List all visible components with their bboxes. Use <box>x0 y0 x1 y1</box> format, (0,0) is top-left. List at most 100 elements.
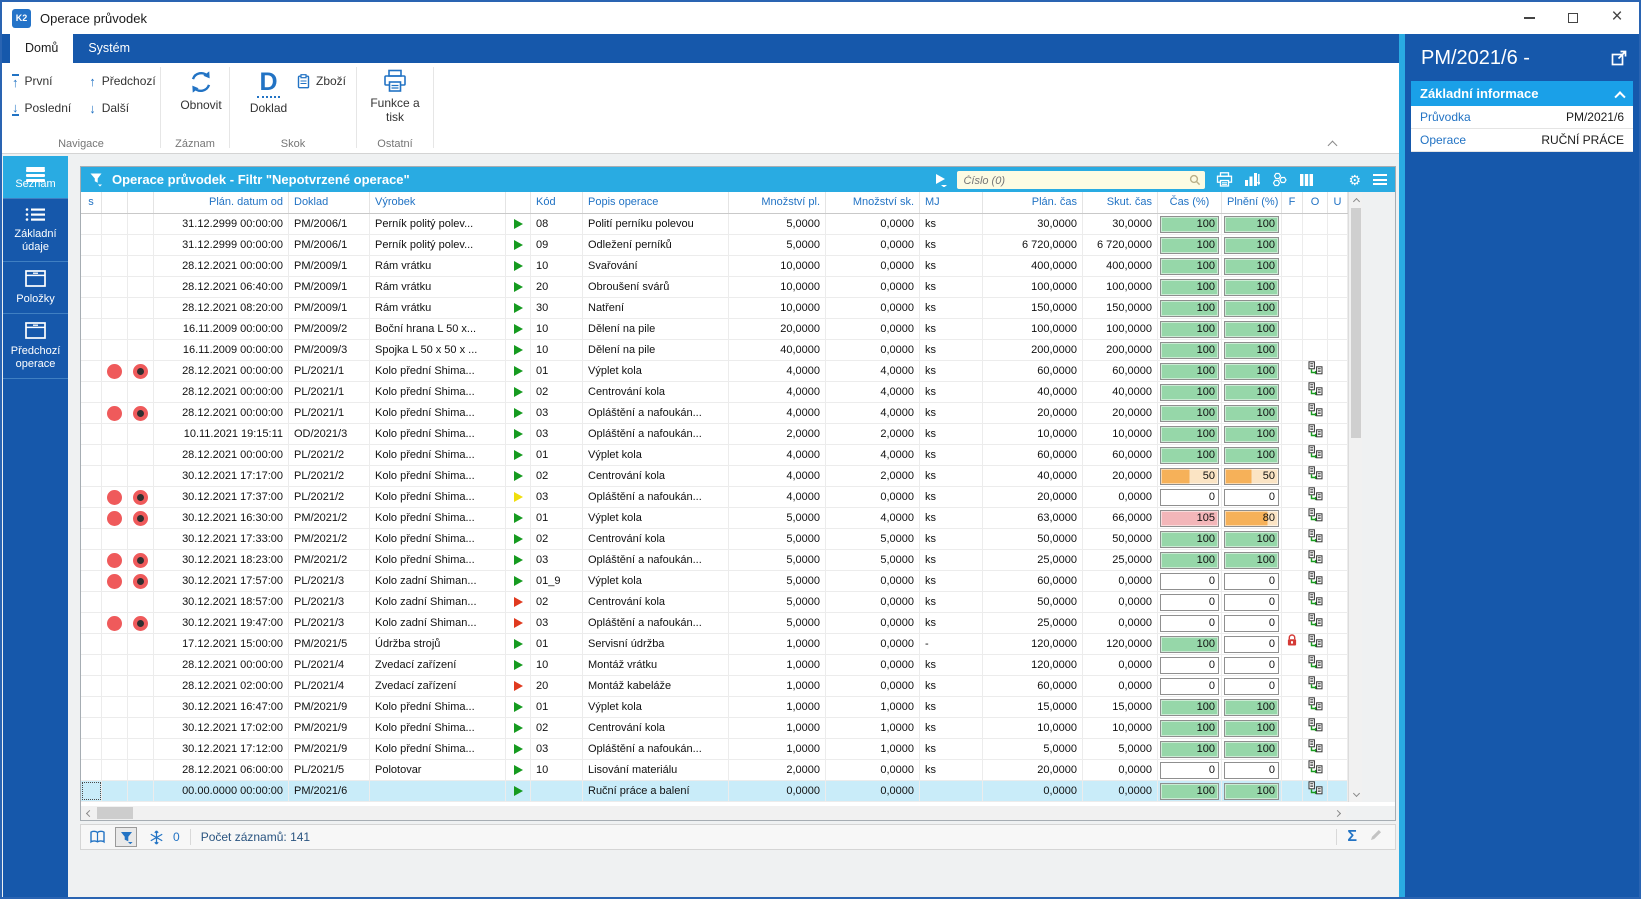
cell-document: PM/2009/1 <box>289 277 370 297</box>
cell-fulfillment-pct: 80 <box>1222 508 1282 528</box>
freeze-icon[interactable] <box>149 830 164 845</box>
column-header-u[interactable]: U <box>1328 192 1348 213</box>
column-header-product[interactable]: Výrobek <box>370 192 506 213</box>
table-row[interactable]: 30.12.2021 17:33:00PM/2021/2Kolo přední … <box>81 529 1348 550</box>
apply-filter-icon[interactable] <box>935 173 947 187</box>
close-button[interactable] <box>1595 2 1639 34</box>
cell-o <box>1303 781 1328 801</box>
table-row[interactable]: 17.12.2021 15:00:00PM/2021/5Údržba stroj… <box>81 634 1348 655</box>
column-header-qty-plan[interactable]: Množství pl. <box>729 192 826 213</box>
cell-flag-a <box>102 613 128 633</box>
table-row[interactable]: 28.12.2021 00:00:00PM/2009/1Rám vrátku10… <box>81 256 1348 277</box>
column-header-fulfillment-pct[interactable]: Plnění (%) <box>1222 192 1282 213</box>
table-row[interactable]: 31.12.2999 00:00:00PM/2006/1Perník polit… <box>81 214 1348 235</box>
chart-icon[interactable] <box>1244 172 1260 187</box>
table-row[interactable]: 16.11.2009 00:00:00PM/2009/3Spojka L 50 … <box>81 340 1348 361</box>
cell-operation: Montáž kabeláže <box>583 676 729 696</box>
filter-icon[interactable] <box>89 172 104 187</box>
ribbon-collapse-button[interactable] <box>1329 136 1338 145</box>
tab-system[interactable]: Systém <box>73 34 145 63</box>
column-header-qty-actual[interactable]: Množství sk. <box>826 192 920 213</box>
minimize-button[interactable] <box>1507 2 1551 34</box>
column-header-time-actual[interactable]: Skut. čas <box>1083 192 1158 213</box>
scroll-down-button[interactable] <box>1349 787 1363 802</box>
table-row[interactable]: 10.11.2021 19:15:11OD/2021/3Kolo přední … <box>81 424 1348 445</box>
table-row[interactable]: 00.00.0000 00:00:00PM/2021/6Ruční práce … <box>81 781 1348 802</box>
table-row[interactable]: 28.12.2021 00:00:00PL/2021/1Kolo přední … <box>81 361 1348 382</box>
table-row[interactable]: 30.12.2021 17:37:00PL/2021/2Kolo přední … <box>81 487 1348 508</box>
settings-gear-icon[interactable]: ⚙ <box>1348 173 1361 187</box>
column-header-document[interactable]: Doklad <box>289 192 370 213</box>
maximize-button[interactable] <box>1551 2 1595 34</box>
column-header-code[interactable]: Kód <box>531 192 583 213</box>
first-button[interactable]: ↑ První <box>12 72 71 90</box>
table-row[interactable]: 28.12.2021 02:00:00PL/2021/4Zvedací zaří… <box>81 676 1348 697</box>
table-row[interactable]: 30.12.2021 17:17:00PL/2021/2Kolo přední … <box>81 466 1348 487</box>
table-row[interactable]: 30.12.2021 19:47:00PL/2021/3Kolo zadní S… <box>81 613 1348 634</box>
zbozi-button[interactable]: Zboží <box>297 72 346 90</box>
column-header-state[interactable] <box>506 192 531 213</box>
table-row[interactable]: 30.12.2021 16:47:00PM/2021/9Kolo přední … <box>81 697 1348 718</box>
open-in-window-icon[interactable] <box>1611 50 1627 71</box>
table-row[interactable]: 28.12.2021 00:00:00PL/2021/4Zvedací zaří… <box>81 655 1348 676</box>
refresh-button[interactable]: Obnovit <box>171 69 231 112</box>
sum-button[interactable]: Σ <box>1347 828 1357 846</box>
search-input[interactable] <box>957 172 1205 190</box>
table-row[interactable]: 28.12.2021 06:40:00PM/2009/1Rám vrátku20… <box>81 277 1348 298</box>
table-row[interactable]: 30.12.2021 17:02:00PM/2021/9Kolo přední … <box>81 718 1348 739</box>
table-row[interactable]: 31.12.2999 00:00:00PM/2006/1Perník polit… <box>81 235 1348 256</box>
cell-u <box>1328 655 1348 675</box>
detail-panel: PM/2021/6 - Základní informace Průvodka … <box>1405 34 1639 897</box>
analysis-icon[interactable] <box>1271 172 1288 187</box>
sidebar-item-polozky[interactable]: Položky <box>3 262 68 314</box>
funkce-a-tisk-button[interactable]: Funkce a tisk <box>367 69 423 124</box>
scroll-right-button[interactable] <box>1332 806 1346 820</box>
horizontal-scrollbar[interactable] <box>81 806 1346 820</box>
doklad-button[interactable]: D Doklad <box>240 69 297 115</box>
columns-icon[interactable] <box>1299 173 1314 187</box>
column-header-operation[interactable]: Popis operace <box>583 192 729 213</box>
filter-toggle-button[interactable] <box>115 827 137 847</box>
table-row[interactable]: 28.12.2021 00:00:00PL/2021/1Kolo přední … <box>81 403 1348 424</box>
table-row[interactable]: 30.12.2021 18:57:00PL/2021/3Kolo zadní S… <box>81 592 1348 613</box>
grid-menu-icon[interactable] <box>1373 172 1387 188</box>
vertical-scroll-thumb[interactable] <box>1351 208 1361 438</box>
cell-code: 01 <box>531 361 583 381</box>
table-row[interactable]: 28.12.2021 00:00:00PL/2021/2Kolo přední … <box>81 445 1348 466</box>
scroll-up-button[interactable] <box>1349 192 1363 207</box>
column-header-f[interactable]: F <box>1282 192 1303 213</box>
green-state-arrow-icon <box>514 471 523 481</box>
column-header-select[interactable]: s <box>81 192 102 213</box>
sidebar-item-predchozi-operace[interactable]: Předchozí operace <box>3 314 68 379</box>
vertical-scrollbar[interactable] <box>1348 192 1362 802</box>
column-header-flag-b[interactable] <box>128 192 154 213</box>
table-row[interactable]: 30.12.2021 18:23:00PM/2021/2Kolo přední … <box>81 550 1348 571</box>
table-row[interactable]: 30.12.2021 17:12:00PM/2021/9Kolo přední … <box>81 739 1348 760</box>
scroll-left-button[interactable] <box>81 806 95 820</box>
book-view-icon[interactable] <box>89 830 106 844</box>
column-header-time-plan[interactable]: Plán. čas <box>983 192 1083 213</box>
sidebar-item-zakladni-udaje[interactable]: Základní údaje <box>3 199 68 262</box>
previous-button[interactable]: ↑ Předchozí <box>89 72 156 90</box>
table-row[interactable]: 28.12.2021 06:00:00PL/2021/5Polotovar10L… <box>81 760 1348 781</box>
last-button[interactable]: ↓ Poslední <box>12 99 71 117</box>
column-header-time-pct[interactable]: Čas (%) <box>1158 192 1222 213</box>
cell-flag-b <box>128 256 154 276</box>
column-header-flag-a[interactable] <box>102 192 128 213</box>
horizontal-scroll-thumb[interactable] <box>97 807 133 819</box>
sidebar-item-seznam[interactable]: Seznam <box>3 156 68 199</box>
cell-code: 01_9 <box>531 571 583 591</box>
table-row[interactable]: 16.11.2009 00:00:00PM/2009/2Boční hrana … <box>81 319 1348 340</box>
print-grid-icon[interactable] <box>1216 172 1233 187</box>
table-row[interactable]: 28.12.2021 00:00:00PL/2021/1Kolo přední … <box>81 382 1348 403</box>
column-header-plan-date[interactable]: Plán. datum od <box>154 192 289 213</box>
panel-section-header[interactable]: Základní informace <box>1411 81 1633 106</box>
column-header-o[interactable]: O <box>1303 192 1328 213</box>
table-row[interactable]: 28.12.2021 08:20:00PM/2009/1Rám vrátku30… <box>81 298 1348 319</box>
table-row[interactable]: 30.12.2021 16:30:00PM/2021/2Kolo přední … <box>81 508 1348 529</box>
table-row[interactable]: 30.12.2021 17:57:00PL/2021/3Kolo zadní S… <box>81 571 1348 592</box>
cell-f <box>1282 529 1303 549</box>
next-button[interactable]: ↓ Další <box>89 99 156 117</box>
column-header-unit[interactable]: MJ <box>920 192 983 213</box>
tab-domu[interactable]: Domů <box>10 34 73 63</box>
